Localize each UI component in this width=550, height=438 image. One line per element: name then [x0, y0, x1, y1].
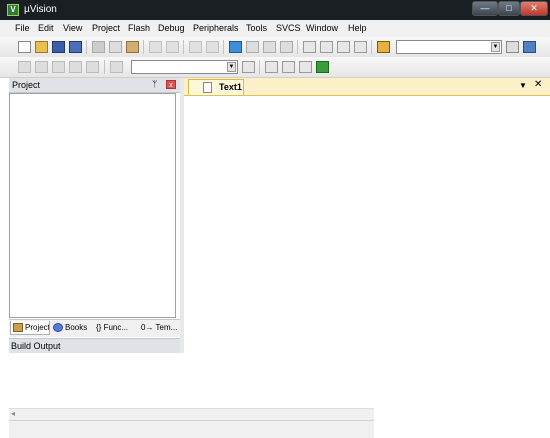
file-toolbar: ▼: [0, 37, 550, 58]
prev-bookmark-icon[interactable]: [246, 41, 259, 53]
bookmark-icon[interactable]: [229, 41, 242, 53]
project-tab-icon: [13, 323, 23, 332]
download-icon[interactable]: [110, 61, 123, 73]
close-icon[interactable]: ✕: [534, 79, 542, 90]
clear-bookmarks-icon[interactable]: [280, 41, 293, 53]
maximize-button[interactable]: □: [498, 1, 520, 16]
toolbar-separator: [223, 40, 224, 54]
build-icon[interactable]: [35, 61, 48, 73]
editor-tab-bar: Text1 ▼ ✕: [184, 78, 550, 96]
menu-project[interactable]: Project: [92, 23, 120, 33]
editor-tab-label: Text1: [219, 82, 242, 92]
menu-view[interactable]: View: [63, 23, 82, 33]
find-combo[interactable]: ▼: [396, 40, 502, 54]
pack-manager-icon[interactable]: [299, 61, 312, 73]
project-pane-header: Project ᛘ x: [9, 78, 180, 93]
manage-run-time-icon[interactable]: [282, 61, 295, 73]
menu-debug[interactable]: Debug: [158, 23, 185, 33]
indent-icon[interactable]: [303, 41, 316, 53]
file-extensions-icon[interactable]: [265, 61, 278, 73]
status-bar: [9, 420, 374, 438]
find-in-files-icon[interactable]: [377, 41, 390, 53]
next-bookmark-icon[interactable]: [263, 41, 276, 53]
tab-books[interactable]: Books: [51, 321, 93, 335]
unindent-icon[interactable]: [320, 41, 333, 53]
target-select[interactable]: ▼: [131, 60, 238, 74]
document-icon: [203, 82, 212, 93]
minimize-button[interactable]: —: [472, 1, 498, 16]
nav-forward-icon[interactable]: [206, 41, 219, 53]
menu-edit[interactable]: Edit: [38, 23, 54, 33]
toolbar-separator: [259, 60, 260, 74]
chevron-down-icon[interactable]: ▼: [519, 81, 527, 90]
chevron-down-icon[interactable]: ▼: [491, 42, 500, 52]
batch-build-icon[interactable]: [69, 61, 82, 73]
title-bar[interactable]: V µVision — □ ✕: [0, 0, 550, 20]
build-toolbar: ▼: [0, 57, 550, 78]
menu-bar: File Edit View Project Flash Debug Perip…: [0, 20, 550, 37]
undo-icon[interactable]: [149, 41, 162, 53]
translate-icon[interactable]: [18, 61, 31, 73]
new-file-icon[interactable]: [18, 41, 31, 53]
build-output-title: Build Output: [11, 341, 61, 351]
tab-functions-label: {} Func...: [96, 323, 129, 332]
build-output-header: Build Output: [9, 338, 180, 353]
project-tab-bar: Project Books {} Func... 0→ Tem...: [9, 319, 180, 337]
nav-back-icon[interactable]: [189, 41, 202, 53]
tab-project-label: Project: [25, 323, 50, 332]
close-window-button[interactable]: ✕: [520, 1, 548, 16]
toolbar-separator: [104, 60, 105, 74]
save-icon[interactable]: [52, 41, 65, 53]
tab-templates[interactable]: 0→ Tem...: [139, 321, 179, 335]
save-all-icon[interactable]: [69, 41, 82, 53]
menu-tools[interactable]: Tools: [246, 23, 267, 33]
toolbar-separator: [371, 40, 372, 54]
tab-project[interactable]: Project: [10, 321, 50, 335]
paste-icon[interactable]: [126, 41, 139, 53]
menu-window[interactable]: Window: [306, 23, 338, 33]
build-output-area[interactable]: [9, 353, 550, 408]
pin-icon[interactable]: ᛘ: [152, 79, 157, 89]
find-icon[interactable]: [506, 41, 519, 53]
redo-icon[interactable]: [166, 41, 179, 53]
menu-flash[interactable]: Flash: [128, 23, 150, 33]
open-folder-icon[interactable]: [35, 41, 48, 53]
chevron-down-icon[interactable]: ▼: [227, 62, 236, 72]
project-tree[interactable]: [9, 93, 176, 318]
pack-installer-icon[interactable]: [316, 61, 329, 73]
toolbar-separator: [143, 40, 144, 54]
editor-text-area[interactable]: [184, 96, 550, 354]
cut-icon[interactable]: [92, 41, 105, 53]
tab-templates-label: 0→ Tem...: [141, 323, 178, 332]
stop-build-icon[interactable]: [86, 61, 99, 73]
copy-icon[interactable]: [109, 41, 122, 53]
app-logo-icon: V: [7, 4, 19, 16]
debug-session-icon[interactable]: [523, 41, 536, 53]
rebuild-icon[interactable]: [52, 61, 65, 73]
close-icon[interactable]: x: [166, 80, 176, 89]
toolbar-separator: [183, 40, 184, 54]
books-tab-icon: [53, 323, 63, 332]
menu-help[interactable]: Help: [348, 23, 367, 33]
tab-books-label: Books: [65, 323, 88, 332]
toolbar-separator: [86, 40, 87, 54]
toolbar-separator: [297, 40, 298, 54]
project-pane-title: Project: [12, 80, 41, 90]
horizontal-scrollbar[interactable]: ◂: [9, 408, 374, 420]
target-options-icon[interactable]: [242, 61, 255, 73]
comment-icon[interactable]: [337, 41, 350, 53]
uncomment-icon[interactable]: [354, 41, 367, 53]
menu-peripherals[interactable]: Peripherals: [193, 23, 239, 33]
window-title: µVision: [24, 4, 57, 15]
tab-functions[interactable]: {} Func...: [94, 321, 138, 335]
menu-svcs[interactable]: SVCS: [276, 23, 301, 33]
scroll-left-icon[interactable]: ◂: [11, 409, 15, 418]
tab-text1[interactable]: Text1: [188, 79, 244, 95]
menu-file[interactable]: File: [15, 23, 30, 33]
